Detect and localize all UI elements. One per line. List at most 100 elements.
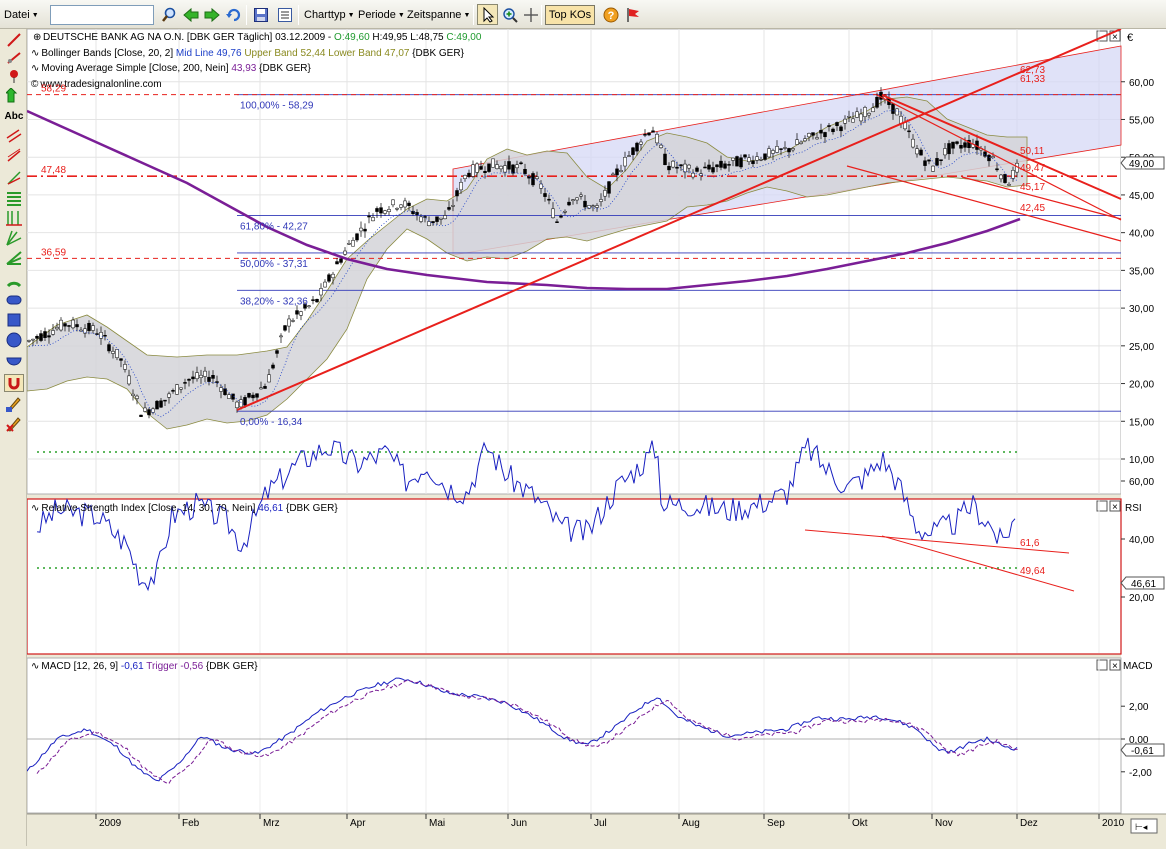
parallel-channel-icon[interactable] xyxy=(4,127,24,145)
refresh-icon[interactable] xyxy=(223,4,244,25)
candle-body xyxy=(664,154,667,165)
candle-body xyxy=(244,397,247,405)
marker-tool-icon[interactable] xyxy=(4,67,24,85)
candle-body xyxy=(560,216,563,217)
candle-body xyxy=(824,132,827,136)
symbol-search-input[interactable] xyxy=(50,5,154,25)
top-kos-button[interactable]: Top KOs xyxy=(545,5,595,25)
candle-body xyxy=(848,116,851,117)
time-axis-label: Jul xyxy=(594,818,607,829)
rsi-value: 46,61 xyxy=(258,503,283,514)
candle-body xyxy=(380,208,383,213)
price-tick-label: 10,00 xyxy=(1129,455,1154,466)
candle-body xyxy=(480,166,483,169)
ohlc-open: O:49,60 xyxy=(334,32,370,43)
save-icon[interactable] xyxy=(250,4,271,25)
bollinger-suffix: {DBK GER} xyxy=(412,48,464,59)
arrow-tool-icon[interactable] xyxy=(4,87,24,105)
gann-fan-icon[interactable] xyxy=(4,229,24,247)
candle-body xyxy=(472,165,475,177)
candle-body xyxy=(640,142,643,144)
candle-body xyxy=(624,157,627,166)
fibonacci-fan-icon[interactable] xyxy=(4,169,24,187)
search-icon[interactable] xyxy=(158,4,179,25)
candle-body xyxy=(620,170,623,171)
candle-body xyxy=(356,234,359,240)
candle-body xyxy=(780,149,783,150)
candle-body xyxy=(252,395,255,398)
crosshair-icon[interactable] xyxy=(520,4,541,25)
candle-body xyxy=(180,388,183,389)
forward-arrow-icon[interactable] xyxy=(201,4,222,25)
rsi-tick-label: 20,00 xyxy=(1129,593,1154,604)
candle-body xyxy=(176,385,179,395)
candle-body xyxy=(40,334,43,341)
ray-tool-icon[interactable] xyxy=(4,49,24,67)
square-tool-icon[interactable] xyxy=(4,311,24,329)
file-menu[interactable]: Datei▼ xyxy=(4,5,39,25)
candle-body xyxy=(332,274,335,278)
candle-body xyxy=(692,173,695,177)
pointer-icon[interactable] xyxy=(477,4,498,25)
properties-icon[interactable] xyxy=(274,4,295,25)
scroll-end-icon: ⊢◂ xyxy=(1135,822,1148,832)
macd-tick-label: 2,00 xyxy=(1129,702,1149,713)
candle-body xyxy=(704,167,707,168)
rectangle-tool-icon[interactable] xyxy=(4,291,24,309)
candle-body xyxy=(468,173,471,176)
candle-body xyxy=(492,159,495,168)
candle-body xyxy=(748,158,751,162)
text-tool-icon[interactable]: Abc xyxy=(4,107,24,125)
regression-channel-icon[interactable] xyxy=(4,147,24,165)
time-axis-label: Feb xyxy=(182,818,200,829)
draw-settings-icon[interactable] xyxy=(4,395,24,413)
horizontal-line-label: 58,29 xyxy=(41,84,66,95)
candle-body xyxy=(404,201,407,207)
fibonacci-retracement-icon[interactable] xyxy=(4,189,24,207)
bollinger-mid: Mid Line 49,76 xyxy=(176,48,242,59)
trendline-value-label: 45,17 xyxy=(1020,182,1045,193)
rsi-trendline-label: 49,64 xyxy=(1020,566,1045,577)
candle-body xyxy=(284,326,287,331)
andrews-pitchfork-icon[interactable] xyxy=(4,249,24,267)
candle-body xyxy=(440,218,443,219)
macd-label: MACD [12, 26, 9] xyxy=(41,661,118,672)
candle-body xyxy=(772,150,775,153)
flag-icon[interactable] xyxy=(622,4,643,25)
candle-body xyxy=(100,332,103,338)
svg-text:∿Moving Average Simple [Close,: ∿Moving Average Simple [Close, 200, Nein… xyxy=(31,63,311,74)
magnet-icon[interactable] xyxy=(4,374,24,392)
rsi-suffix: {DBK GER} xyxy=(286,503,338,514)
candle-body xyxy=(752,161,755,164)
candle-body xyxy=(196,373,199,379)
candle-body xyxy=(912,139,915,147)
chevron-down-icon: ▼ xyxy=(463,12,470,19)
back-arrow-icon[interactable] xyxy=(180,4,201,25)
delete-drawings-icon[interactable] xyxy=(4,415,24,433)
candle-body xyxy=(524,169,527,174)
candle-body xyxy=(796,140,799,145)
chart-area[interactable]: ××× ⊕ DEUTSCHE BANK AG NA O.N. [DBK GER … xyxy=(27,29,1166,846)
help-icon[interactable]: ? xyxy=(600,4,621,25)
trendline-tool-icon[interactable] xyxy=(4,31,24,49)
arc-tool-icon[interactable] xyxy=(4,271,24,289)
candle-body xyxy=(280,336,283,337)
candle-body xyxy=(184,382,187,383)
macd-panel-background[interactable] xyxy=(27,658,1121,813)
candle-body xyxy=(44,331,47,337)
timespan-menu[interactable]: Zeitspanne▼ xyxy=(407,5,470,25)
charttype-menu[interactable]: Charttyp▼ xyxy=(304,5,355,25)
candle-body xyxy=(60,320,63,330)
ellipse-segment-icon[interactable] xyxy=(4,351,24,369)
candle-body xyxy=(164,400,167,401)
price-tick-label: 60,00 xyxy=(1129,78,1154,89)
zoom-in-icon[interactable] xyxy=(499,4,520,25)
period-menu[interactable]: Periode▼ xyxy=(358,5,405,25)
trendline-value-label: 50,11 xyxy=(1020,146,1045,157)
circle-tool-icon[interactable] xyxy=(4,331,24,349)
candle-body xyxy=(272,365,275,368)
fibonacci-timezones-icon[interactable] xyxy=(4,209,24,227)
candle-body xyxy=(832,129,835,132)
candle-body xyxy=(228,395,231,399)
candle-body xyxy=(224,389,227,395)
